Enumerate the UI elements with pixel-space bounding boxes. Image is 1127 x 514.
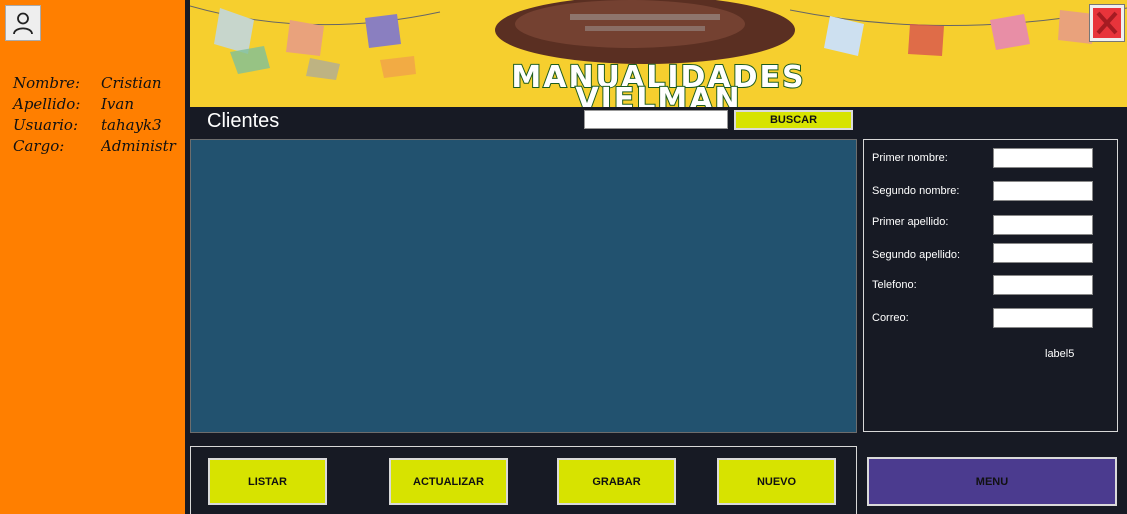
user-info-label: Usuario: — [13, 115, 78, 134]
page-title: Clientes — [207, 110, 280, 132]
listar-button[interactable]: LISTAR — [208, 458, 327, 505]
user-info-row-cargo: Cargo: Administr — [13, 135, 185, 156]
user-info-value: Ivan — [101, 94, 135, 113]
primer-apellido-input[interactable] — [993, 215, 1093, 235]
user-info-label: Nombre: — [13, 73, 81, 92]
close-button[interactable] — [1089, 4, 1125, 42]
search-input[interactable] — [584, 110, 728, 129]
menu-button[interactable]: MENU — [867, 457, 1117, 506]
label-telefono: Telefono: — [872, 279, 917, 291]
user-info: Nombre: Cristian Apellido: Ivan Usuario:… — [13, 72, 185, 156]
user-info-value: Cristian — [101, 73, 162, 92]
segundo-apellido-input[interactable] — [993, 243, 1093, 263]
user-info-row-nombre: Nombre: Cristian — [13, 72, 185, 93]
actualizar-button[interactable]: ACTUALIZAR — [389, 458, 508, 505]
label-correo: Correo: — [872, 312, 909, 324]
user-info-row-apellido: Apellido: Ivan — [13, 93, 185, 114]
user-info-row-usuario: Usuario: tahayk3 — [13, 114, 185, 135]
user-info-label: Cargo: — [13, 136, 65, 155]
brand-banner: MANUALIDADES VIELMAN — [190, 0, 1127, 107]
clients-data-grid[interactable] — [190, 139, 857, 433]
label-primer-apellido: Primer apellido: — [872, 216, 949, 228]
brand-title-line2: VIELMAN — [574, 81, 742, 107]
nuevo-button[interactable]: NUEVO — [717, 458, 836, 505]
label-segundo-apellido: Segundo apellido: — [872, 249, 961, 261]
correo-input[interactable] — [993, 308, 1093, 328]
telefono-input[interactable] — [993, 275, 1093, 295]
search-button[interactable]: BUSCAR — [734, 110, 853, 130]
user-info-value: Administr — [101, 136, 176, 155]
close-icon — [1093, 8, 1121, 38]
primer-nombre-input[interactable] — [993, 148, 1093, 168]
segundo-nombre-input[interactable] — [993, 181, 1093, 201]
user-info-label: Apellido: — [13, 94, 81, 113]
label-segundo-nombre: Segundo nombre: — [872, 185, 960, 197]
user-button[interactable] — [5, 5, 41, 41]
label5: label5 — [1045, 348, 1075, 360]
user-icon — [13, 12, 33, 35]
grabar-button[interactable]: GRABAR — [557, 458, 676, 505]
user-info-value: tahayk3 — [101, 115, 162, 134]
label-primer-nombre: Primer nombre: — [872, 152, 948, 164]
